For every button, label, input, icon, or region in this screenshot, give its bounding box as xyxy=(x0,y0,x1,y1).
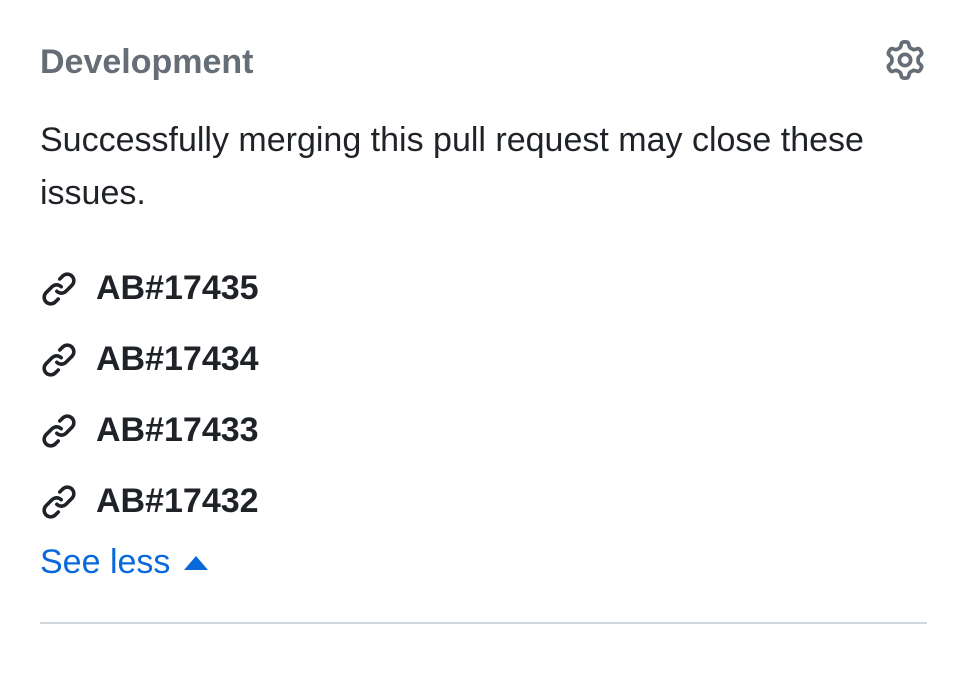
linked-issue-item[interactable]: AB#17435 xyxy=(40,269,927,308)
section-divider xyxy=(40,622,927,624)
settings-button[interactable] xyxy=(883,40,927,84)
link-icon xyxy=(40,412,78,450)
caret-up-icon xyxy=(184,556,208,570)
issue-label: AB#17433 xyxy=(96,411,259,450)
development-header: Development xyxy=(40,40,927,84)
section-description: Successfully merging this pull request m… xyxy=(40,114,927,219)
issue-label: AB#17435 xyxy=(96,269,259,308)
linked-issues-list: AB#17435 AB#17434 AB#17433 AB#17432 xyxy=(40,269,927,521)
issue-label: AB#17432 xyxy=(96,482,259,521)
see-less-toggle[interactable]: See less xyxy=(40,543,927,582)
issue-label: AB#17434 xyxy=(96,340,259,379)
link-icon xyxy=(40,341,78,379)
linked-issue-item[interactable]: AB#17433 xyxy=(40,411,927,450)
toggle-label: See less xyxy=(40,543,170,582)
linked-issue-item[interactable]: AB#17434 xyxy=(40,340,927,379)
link-icon xyxy=(40,483,78,521)
link-icon xyxy=(40,270,78,308)
gear-icon xyxy=(885,40,925,85)
linked-issue-item[interactable]: AB#17432 xyxy=(40,482,927,521)
section-title: Development xyxy=(40,43,254,82)
